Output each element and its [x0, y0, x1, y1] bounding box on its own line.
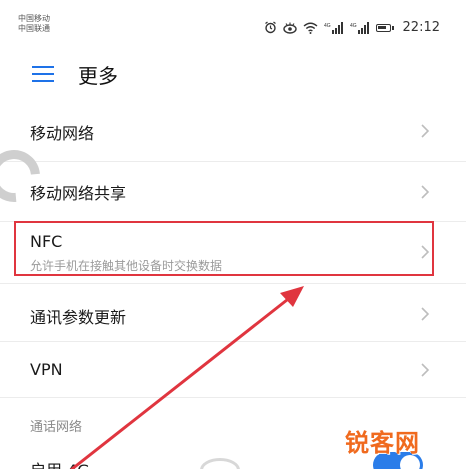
- signal-1-icon: 4G: [324, 21, 343, 34]
- status-bar: 中国移动 中国联通 4G 4G 22:12: [0, 0, 466, 44]
- title-bar: 更多: [0, 44, 466, 100]
- wifi-icon: [303, 22, 317, 34]
- page-title: 更多: [78, 64, 118, 88]
- list-item-mobile-network[interactable]: 移动网络: [0, 100, 466, 162]
- status-icons: 4G 4G 22:12: [264, 20, 440, 35]
- carrier-names: 中国移动 中国联通: [18, 14, 50, 34]
- list-item-vpn[interactable]: VPN: [0, 342, 466, 398]
- chevron-right-icon: [421, 185, 430, 199]
- eye-comfort-icon: [282, 22, 297, 34]
- battery-icon: [375, 23, 394, 32]
- screen: 中国移动 中国联通 4G 4G 22:12 更多 移动网络 移动网络共享 NFC…: [0, 0, 466, 469]
- chevron-right-icon: [421, 124, 430, 138]
- nfc-highlight-annotation: [14, 221, 434, 276]
- list-item-label: 通讯参数更新: [30, 308, 127, 327]
- signal-2-label: 4G: [350, 23, 357, 29]
- list-item-label: 移动网络: [30, 124, 95, 143]
- signal-2-icon: 4G: [350, 21, 369, 34]
- faint-overlay-shape: [200, 458, 240, 469]
- chevron-right-icon: [421, 363, 430, 377]
- alarm-icon: [264, 21, 276, 34]
- list-item-enable-4g[interactable]: 启用 4G: [30, 457, 90, 469]
- hamburger-menu-icon[interactable]: [32, 66, 54, 82]
- list-item-label: VPN: [30, 360, 63, 379]
- clock: 22:12: [402, 20, 440, 35]
- carrier-2: 中国联通: [18, 24, 50, 33]
- section-header-call-network: 通话网络: [30, 420, 83, 435]
- signal-1-label: 4G: [324, 23, 331, 29]
- chevron-right-icon: [421, 307, 430, 321]
- list-item-label: 移动网络共享: [30, 184, 127, 203]
- carrier-1: 中国移动: [18, 14, 50, 23]
- list-item-carrier-update[interactable]: 通讯参数更新: [0, 284, 466, 342]
- list-item-tethering[interactable]: 移动网络共享: [0, 162, 466, 222]
- watermark-logo: 锐客网: [345, 429, 420, 457]
